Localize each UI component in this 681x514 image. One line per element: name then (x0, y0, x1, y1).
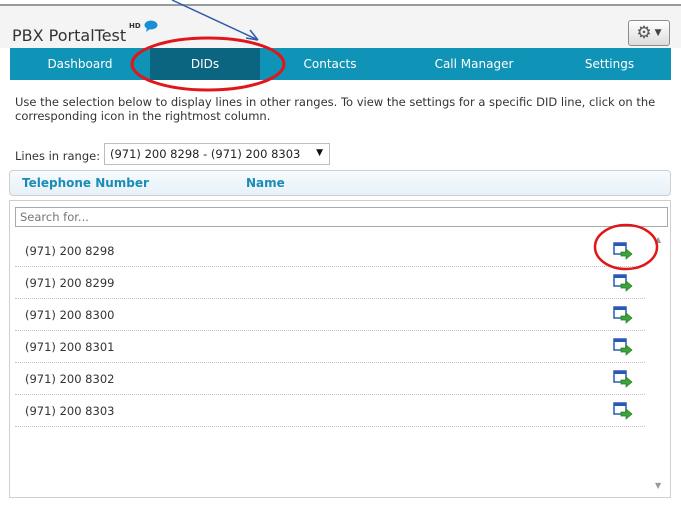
list-item[interactable]: (971) 200 8301 (15, 331, 645, 363)
range-label: Lines in range: (15, 149, 101, 163)
list-item[interactable]: (971) 200 8302 (15, 363, 645, 395)
column-header-name[interactable]: Name (246, 176, 285, 190)
scroll-up-icon[interactable]: ▲ (655, 235, 661, 244)
open-settings-icon[interactable] (613, 370, 633, 388)
tab-call-manager[interactable]: Call Manager (400, 48, 548, 80)
did-list-panel: (971) 200 8298 (971) 200 8299 (971) 20 (9, 200, 671, 498)
settings-menu-button[interactable]: ⚙ ▼ (628, 20, 670, 46)
list-item[interactable]: (971) 200 8303 (15, 395, 645, 427)
telephone-number: (971) 200 8303 (25, 403, 115, 418)
tab-settings[interactable]: Settings (548, 48, 671, 80)
telephone-number: (971) 200 8300 (25, 307, 115, 322)
open-settings-icon[interactable] (613, 274, 633, 292)
open-settings-icon[interactable] (613, 402, 633, 420)
speech-bubble-icon[interactable] (144, 20, 158, 32)
column-header-telephone-number[interactable]: Telephone Number (22, 176, 149, 190)
scroll-down-icon[interactable]: ▼ (655, 481, 661, 490)
app-header: PBX PortalTest HD ⚙ ▼ (0, 6, 681, 48)
range-select[interactable]: (971) 200 8298 - (971) 200 8303 ▼ (104, 143, 330, 165)
did-list: (971) 200 8298 (971) 200 8299 (971) 200 … (15, 235, 645, 427)
main-nav: Dashboard DIDs Contacts Call Manager Set… (10, 48, 671, 80)
list-scrollbar[interactable]: ▲ ▼ (652, 235, 668, 493)
list-header: Telephone Number Name (9, 170, 671, 196)
list-item[interactable]: (971) 200 8300 (15, 299, 645, 331)
open-settings-icon[interactable] (613, 306, 633, 324)
telephone-number: (971) 200 8299 (25, 275, 115, 290)
search-input[interactable] (15, 207, 668, 227)
tab-dashboard[interactable]: Dashboard (10, 48, 150, 80)
open-settings-icon[interactable] (613, 242, 633, 260)
hd-badge: HD (129, 22, 141, 30)
telephone-number: (971) 200 8302 (25, 371, 115, 386)
tab-dids[interactable]: DIDs (150, 48, 260, 80)
list-item[interactable]: (971) 200 8298 (15, 235, 645, 267)
tab-contacts[interactable]: Contacts (260, 48, 400, 80)
open-settings-icon[interactable] (613, 338, 633, 356)
range-select-value: (971) 200 8298 - (971) 200 8303 (110, 147, 301, 161)
telephone-number: (971) 200 8301 (25, 339, 115, 354)
gear-icon: ⚙ (636, 23, 652, 43)
list-item[interactable]: (971) 200 8299 (15, 267, 645, 299)
telephone-number: (971) 200 8298 (25, 243, 115, 258)
chevron-down-icon: ▼ (654, 28, 662, 38)
chevron-down-icon: ▼ (316, 148, 323, 158)
page-description: Use the selection below to display lines… (15, 95, 656, 123)
app-title: PBX PortalTest (12, 26, 127, 45)
